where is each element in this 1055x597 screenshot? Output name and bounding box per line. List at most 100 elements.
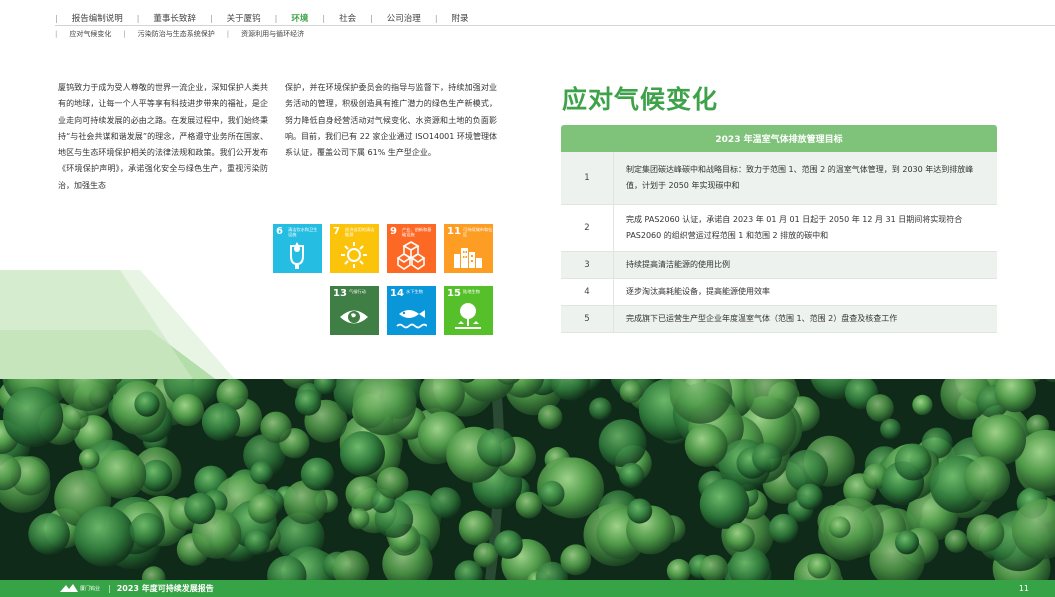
row-text: 完成 PAS2060 认证，承诺自 2023 年 01 月 01 日起于 205… — [613, 205, 997, 251]
page-number: 11 — [1018, 584, 1029, 593]
tree-canopy — [2, 386, 64, 448]
tree-canopy — [515, 491, 543, 519]
tree-canopy — [684, 423, 728, 467]
nav-separator: | — [434, 13, 438, 23]
tree-canopy — [880, 418, 901, 440]
sdg-14-badge: 14 水下生物 — [387, 286, 436, 335]
sdg-number: 9 — [390, 226, 397, 237]
tree-canopy — [494, 530, 523, 559]
sdg-13-badge: 13 气候行动 — [330, 286, 379, 335]
tree-canopy — [725, 522, 755, 552]
tree-canopy — [627, 498, 653, 524]
sdg-label: 清洁饮水和卫生设施 — [288, 227, 318, 237]
tree-canopy — [129, 512, 166, 549]
sdg-number: 6 — [276, 226, 283, 237]
nav-separator: | — [209, 13, 213, 23]
tree-canopy — [244, 529, 271, 555]
sdg-number: 14 — [390, 288, 404, 299]
nav-divider-line — [55, 25, 1055, 26]
nav-item-chairman[interactable]: 董事长致辞 — [153, 12, 196, 24]
tree-canopy — [74, 506, 135, 567]
row-index: 1 — [584, 173, 590, 183]
sub-nav: | 应对气候变化 | 污染防治与生态系统保护 | 资源利用与循环经济 — [55, 29, 304, 39]
fish-icon — [396, 310, 427, 329]
body-text-column-1: 厦钨致力于成为受人尊敬的世界一流企业，深知保护人类共有的地球，让每一个人平等享有… — [58, 83, 268, 190]
footer-bar: 厦门钨业 | 2023 年度可持续发展报告 11 — [0, 580, 1055, 597]
tree-canopy — [538, 480, 565, 507]
nav-item-appendix[interactable]: 附录 — [452, 12, 469, 24]
tree-canopy — [260, 411, 292, 443]
nav-item-about[interactable]: 关于厦钨 — [227, 12, 261, 24]
sdg-7-badge: 7 经济适用的清洁能源 — [330, 224, 379, 273]
subnav-item-resources[interactable]: 资源利用与循环经济 — [241, 29, 304, 39]
nav-item-environment[interactable]: 环境 — [291, 12, 308, 24]
footer-divider: | — [108, 584, 111, 593]
sdg-label: 经济适用的清洁能源 — [345, 227, 375, 237]
tree-canopy — [171, 394, 204, 427]
sdg-label: 气候行动 — [349, 289, 366, 294]
nav-separator: | — [370, 13, 373, 23]
tree-canopy — [964, 456, 1011, 502]
forest-aerial-photo — [0, 379, 1055, 580]
row-index: 5 — [584, 314, 590, 324]
row-index: 4 — [584, 287, 590, 297]
nav-separator: | — [322, 13, 326, 23]
subnav-item-pollution[interactable]: 污染防治与生态系统保护 — [138, 29, 215, 39]
sdg-label: 可持续城市和社区 — [463, 227, 493, 237]
row-text: 持续提高清洁能源的使用比例 — [613, 252, 997, 278]
tree-canopy — [97, 449, 147, 499]
nav-separator: | — [274, 13, 278, 23]
sdg-number: 7 — [333, 226, 340, 237]
tree-canopy — [537, 404, 563, 430]
tree-canopy — [619, 462, 644, 488]
cubes-icon — [396, 241, 426, 270]
row-index: 3 — [584, 260, 590, 270]
nav-item-report-notes[interactable]: 报告编制说明 — [72, 12, 123, 24]
table-row: 4 逐步淘汰高耗能设备，提高能源使用效率 — [561, 279, 997, 306]
subnav-separator: | — [226, 30, 230, 38]
tree-canopy — [866, 394, 894, 422]
row-text: 逐步淘汰高耗能设备，提高能源使用效率 — [613, 279, 997, 305]
tree-canopy — [768, 513, 799, 544]
ghg-targets-table: 2023 年温室气体排放管理目标 1 制定集团碳达峰碳中和战略目标：致力于范围 … — [561, 125, 997, 333]
section-heading: 应对气候变化 — [562, 85, 719, 114]
sdg-15-badge: 15 陆地生物 — [444, 286, 493, 335]
tree-canopy — [796, 483, 823, 510]
tree-canopy — [294, 389, 322, 416]
report-title: 2023 年度可持续发展报告 — [116, 584, 214, 593]
sun-icon — [341, 242, 367, 268]
city-icon — [454, 248, 482, 268]
tree-canopy — [807, 554, 832, 579]
sdg-6-badge: 6 清洁饮水和卫生设施 — [273, 224, 322, 273]
logo-mark-icon — [60, 583, 78, 592]
tree-icon — [455, 303, 481, 329]
tree-canopy — [966, 514, 1005, 552]
tree-canopy — [250, 461, 274, 485]
tree-canopy — [458, 510, 494, 546]
table-row: 2 完成 PAS2060 认证，承诺自 2023 年 01 月 01 日起于 2… — [561, 205, 997, 252]
tree-canopy — [429, 487, 461, 519]
tree-canopy — [300, 457, 334, 491]
table-row: 1 制定集团碳达峰碳中和战略目标：致力于范围 1、范围 2 的温室气体管理，到 … — [561, 152, 997, 205]
tree-canopy — [912, 394, 933, 415]
subnav-item-climate[interactable]: 应对气候变化 — [69, 29, 111, 39]
table-row: 3 持续提高清洁能源的使用比例 — [561, 252, 997, 279]
nav-item-governance[interactable]: 公司治理 — [387, 12, 421, 24]
nav-item-society[interactable]: 社会 — [339, 12, 356, 24]
tree-canopy — [201, 402, 241, 442]
tree-canopy — [134, 391, 160, 417]
row-text: 完成旗下已运营生产型企业年度温室气体（范围 1、范围 2）盘查及核查工作 — [613, 306, 997, 332]
tree-canopy — [247, 493, 278, 524]
tree-canopy — [78, 448, 100, 470]
tree-canopy — [895, 530, 919, 555]
tree-canopy — [944, 529, 968, 553]
nav-separator: | — [136, 13, 140, 23]
tree-canopy — [477, 428, 516, 467]
tree-canopy — [699, 479, 750, 529]
tree-canopy — [376, 466, 409, 499]
table-row: 5 完成旗下已运营生产型企业年度温室气体（范围 1、范围 2）盘查及核查工作 — [561, 306, 997, 333]
tree-canopy — [894, 443, 932, 481]
sdg-number: 11 — [447, 226, 461, 237]
tree-canopy — [28, 513, 70, 555]
tree-canopy — [348, 508, 370, 530]
